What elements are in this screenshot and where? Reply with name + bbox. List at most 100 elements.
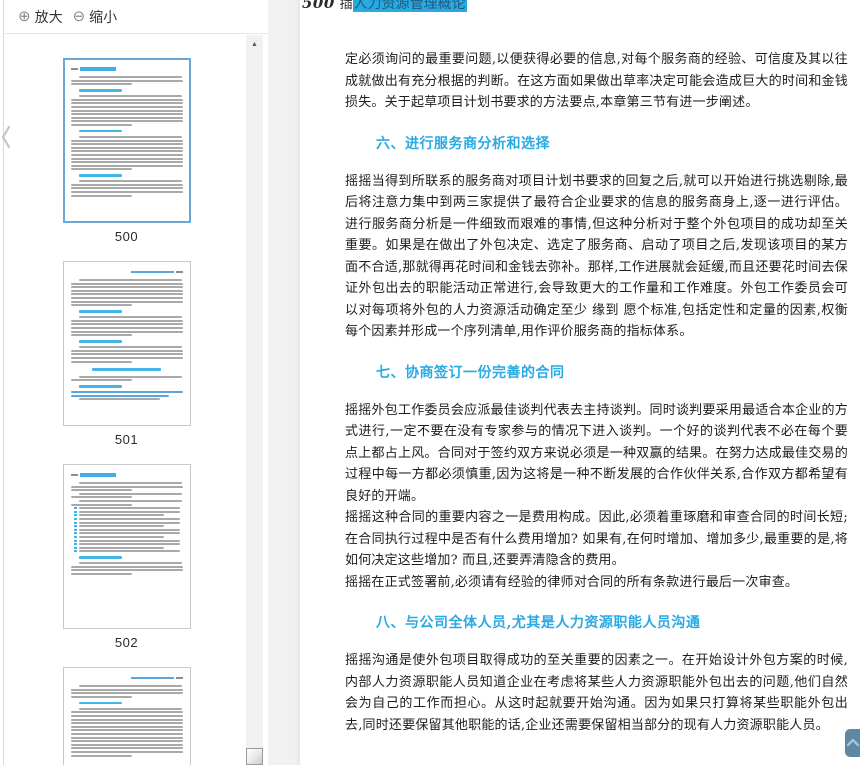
back-to-top-button[interactable] [845,729,860,757]
thumb-list-line [78,525,164,528]
scroll-up-button[interactable]: ▲ [246,37,263,51]
thumb-header-number [175,677,183,679]
thumb-text-line [70,688,183,691]
section-heading: 八、与公司全体人员,尤其是人力资源职能人员沟通 [376,615,701,631]
thumb-heading-line [79,310,122,313]
thumb-header-number [70,474,79,476]
running-head: 500 插人力资源管理概论 [302,0,848,13]
thumb-text-line [70,695,133,698]
thumb-text-line [70,326,183,329]
zoom-out-label: 缩小 [89,8,118,25]
page-thumbnail[interactable] [62,261,191,426]
thumb-bullet-icon [73,517,77,520]
thumb-page-header [71,676,183,680]
page-thumbnail[interactable] [62,667,191,765]
thumb-text-line [70,109,183,112]
thumb-list-line [78,521,180,524]
thumb-text-line [70,123,133,126]
thumb-text-line [70,736,183,739]
thumb-text-line [79,76,183,78]
thumbnail-item: 502 [62,464,191,650]
thumb-list-row [73,550,183,553]
thumb-text-line [70,143,183,146]
thumb-text-line [70,485,183,488]
thumb-text-line [70,83,133,86]
zoom-out-icon: ⊖ [72,8,86,25]
thumb-text-line [70,496,133,499]
thumb-text-line [70,161,183,164]
zoom-in-icon: ⊕ [18,8,31,25]
collapse-sidebar-handle[interactable] [0,124,12,150]
thumb-bullet-icon [73,532,77,535]
page-thumbnail[interactable] [62,58,191,223]
thumb-list-row [73,510,183,513]
thumb-link-line [70,391,183,394]
thumb-bullet-icon [73,510,77,513]
thumb-bullet-icon [73,514,77,517]
zoom-out-button[interactable]: ⊖ 缩小 [73,7,118,27]
body-paragraph: 摇摇沟通是使外包项目取得成功的至关重要的因素之一。在开始设计外包方案的时候,内部… [345,653,848,733]
body-paragraph: 摇摇这种合同的重要内容之一是费用构成。因此,必须着重琢磨和审查合同的时间长短;在… [345,510,848,568]
thumb-heading-line [79,385,122,388]
thumb-text-line [70,732,183,735]
thumb-text-line [70,157,183,160]
thumb-text-line [79,135,183,138]
thumb-bullet-icon [73,550,77,553]
thumbnail-list: 500 501 502 [5,35,248,765]
thumb-list-line [78,528,180,531]
thumb-text-line [70,113,183,116]
thumb-text-line [70,503,133,506]
zoom-in-button[interactable]: ⊕ 放大 [18,7,63,27]
thumb-text-line [70,573,133,576]
sidebar-toolbar: ⊕ 放大 ⊖ 缩小 [5,0,268,34]
thumb-text-line [70,722,183,725]
thumbnail-sidebar: ⊕ 放大 ⊖ 缩小 500 501 502 ▲ [5,0,268,765]
thumb-header-highlight [80,473,117,477]
thumb-list-line [78,510,180,513]
thumb-text-line [70,164,183,167]
thumb-text-line [70,319,183,322]
thumb-header-number [70,68,79,70]
thumb-text-line [70,146,183,149]
thumb-list-row [73,521,183,524]
thumb-text-line [79,398,161,401]
thumb-text-line [70,754,133,757]
body-paragraph: 摇摇当得到所联系的服务商对项目计划书要求的回复之后,就可以开始进行挑选剔除,最后… [345,173,848,340]
thumb-text-line [79,492,183,495]
thumb-header-highlight [80,67,117,71]
section-heading: 七、协商签订一份完善的合同 [376,364,565,381]
thumb-list-row [73,535,183,538]
thumb-header-number [175,271,183,273]
thumb-text-line [79,316,183,319]
thumb-text-line [70,168,133,171]
body-paragraph: 摇摇在正式签署前,必须请有经验的律师对合同的所有条款进行最后一次审查。 [345,574,799,590]
thumb-text-line [70,296,183,299]
thumb-text-line [70,98,183,101]
thumb-text-line [70,153,183,156]
thumb-list-line [78,550,180,553]
thumb-bullet-icon [73,521,77,524]
thumb-text-line [70,323,183,326]
thumbnail-item: 501 [62,261,191,447]
page-thumbnail[interactable] [62,464,191,629]
thumb-text-line [70,489,133,492]
thumb-text-line [70,304,133,307]
thumb-heading-line [79,89,122,92]
thumb-list-line [78,532,180,535]
thumb-text-line [70,293,183,296]
page-number-label: 500 [114,229,139,244]
reader-window: ⊕ 放大 ⊖ 缩小 500 501 502 ▲ 500 插人力资源管理概论 定必须询… [0,0,860,765]
thumb-text-line [79,482,183,484]
thumb-list-row [73,507,183,510]
thumb-text-line [70,353,183,356]
thumb-text-line [70,729,183,732]
thumb-text-line [70,194,133,197]
thumb-header-link [131,677,174,679]
thumb-text-line [79,707,183,710]
thumb-text-line [70,187,183,190]
page-number-label: 501 [114,432,139,447]
scrollbar-thumb[interactable] [246,748,263,765]
sidebar-scrollbar[interactable]: ▲ [246,35,263,765]
header-page-number: 500 [302,0,335,12]
header-highlighted-title: 人力资源管理概论 [352,0,467,12]
